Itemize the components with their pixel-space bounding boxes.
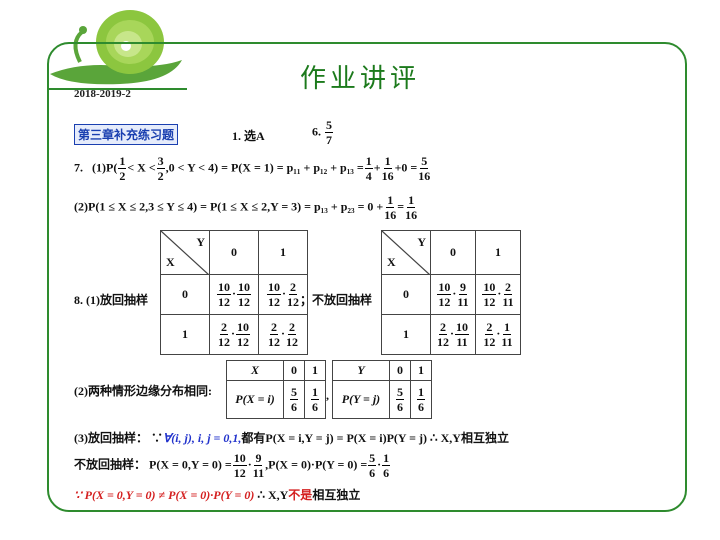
q7-line-2: (2)P(1 ≤ X ≤ 2,3 ≤ Y ≤ 4) = P(1 ≤ X ≤ 2,…: [74, 193, 418, 222]
answer-1: 1. 选A: [232, 129, 265, 143]
cell: 10 12 · 2 11: [475, 274, 521, 315]
q8-part3-line: (3)放回抽样： ∵∀(i, j), i, j = 0,1,都有P(X = i,…: [74, 431, 509, 445]
q8-label: 8. (1)放回抽样: [74, 293, 148, 307]
marginal-table-y: Y 0 1 P(Y = j) 56 16: [332, 360, 432, 419]
cell: 10 12 · 10 12: [209, 274, 259, 315]
q8-without-label: ；不放回抽样: [300, 293, 373, 307]
cell: 2 12 · 10 12: [209, 314, 259, 355]
cell: 2 12 · 10 11: [430, 314, 476, 355]
marginal-table-x: X 0 1 P(X = i) 56 16: [226, 360, 326, 419]
joint-table-without-replacement: Y X 0 1 0 10 12 · 9 11 10 12 · 2 11 1 2 12 · 10 11 2…: [381, 230, 521, 355]
q8-part3-without-line: 不放回抽样： P(X = 0,Y = 0) = 10 12 · 9 11 ,P(X = 0)…: [74, 451, 391, 480]
cell: 10 12 · 9 11: [430, 274, 476, 315]
cell: 10 12 · 2 12: [258, 274, 308, 315]
q7-line-1: 7. (1)P(1 2 < X <3 2,0 < Y < 4) = P(X = 1) …: [74, 154, 431, 183]
q8-part2-label: (2)两种情形边缘分布相同:: [74, 384, 212, 398]
date-label: 2018-2019-2: [74, 88, 131, 100]
page-title: 作业讲评: [300, 64, 421, 94]
cell: 2 12 · 1 11: [475, 314, 521, 355]
q8-conclusion-line: ∵ P(X = 0,Y = 0) ≠ P(X = 0)·P(Y = 0) ∴ X…: [74, 488, 361, 502]
cell: 2 12 · 2 12: [258, 314, 308, 355]
joint-table-with-replacement: Y X 0 1 0 10 12 · 10 12 10 12 · 2 12 1 2 12 · 10 12 …: [160, 230, 308, 355]
corner-cell: Y X: [381, 230, 431, 275]
answer-6: 6. 57: [312, 118, 333, 147]
corner-cell: Y X: [160, 230, 210, 275]
section-tag: 第三章补充练习题: [74, 124, 179, 145]
